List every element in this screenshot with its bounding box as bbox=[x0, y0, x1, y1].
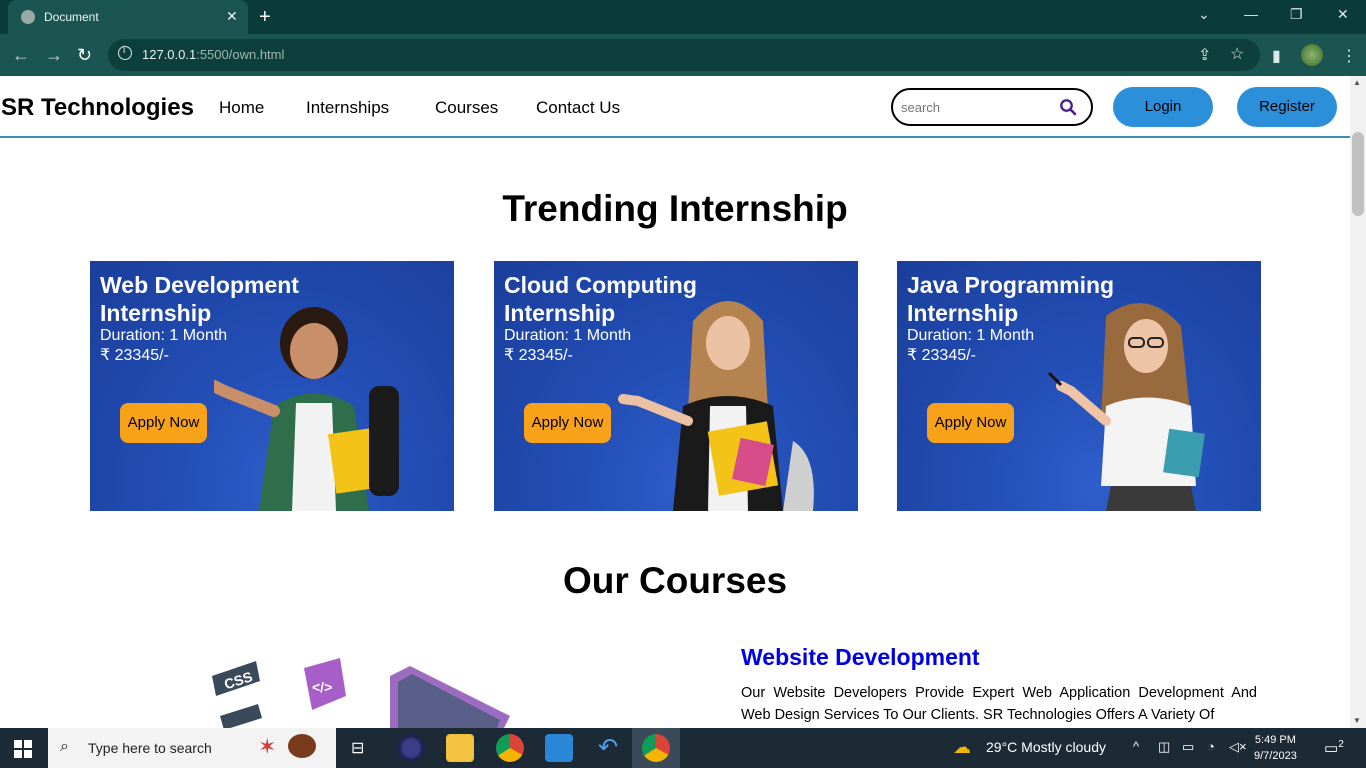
notification-count: 2 bbox=[1338, 739, 1344, 750]
bookmark-star-icon[interactable]: ☆ bbox=[1230, 44, 1244, 64]
tab-title: Document bbox=[44, 10, 99, 24]
windows-taskbar: ⌕ Type here to search ✶ ⊟ ↶ ☁ 29°C Mostl… bbox=[0, 728, 1366, 768]
nav-home[interactable]: Home bbox=[219, 98, 264, 118]
search-box bbox=[891, 88, 1093, 126]
weather-text[interactable]: 29°C Mostly cloudy bbox=[986, 739, 1106, 755]
tab-search-icon[interactable]: ⌄ bbox=[1198, 6, 1210, 23]
windows-start-icon[interactable] bbox=[14, 740, 32, 758]
card-duration: Duration: 1 Month bbox=[100, 327, 228, 344]
web-page: SR Technologies Home Internships Courses… bbox=[0, 76, 1350, 728]
card-title: Java Programming Internship bbox=[907, 272, 1115, 326]
globe-icon bbox=[21, 10, 35, 24]
scroll-down-arrow-icon[interactable]: ▼ bbox=[1353, 716, 1361, 725]
sports-highlight-icon: ✶ bbox=[258, 734, 277, 759]
search-icon[interactable] bbox=[1059, 98, 1077, 116]
web-development-illustration: CSS </> bbox=[212, 658, 510, 728]
browser-tab-strip: Document ✕ + ⌄ — ❐ ✕ bbox=[0, 0, 1366, 34]
url-host: 127.0.0.1 bbox=[142, 47, 197, 62]
scrollbar-thumb[interactable] bbox=[1352, 132, 1364, 216]
menu-dots-icon[interactable]: ⋮ bbox=[1341, 46, 1357, 66]
address-bar[interactable]: 127.0.0.1:5500/own.html ⇪ ☆ bbox=[108, 39, 1260, 71]
new-tab-button[interactable]: + bbox=[259, 6, 271, 29]
eclipse-app-icon[interactable] bbox=[397, 734, 425, 762]
taskbar-search-box[interactable]: ⌕ Type here to search ✶ bbox=[48, 728, 336, 768]
internship-card-web: Web Development Internship Duration: 1 M… bbox=[90, 261, 454, 511]
scroll-up-arrow-icon[interactable]: ▲ bbox=[1353, 78, 1361, 87]
card-title: Cloud Computing Internship bbox=[504, 272, 697, 326]
reload-icon[interactable]: ↻ bbox=[77, 45, 92, 66]
card-price: ₹ 23345/- bbox=[907, 347, 976, 364]
nav-courses[interactable]: Courses bbox=[435, 98, 498, 118]
vscode-app-icon[interactable] bbox=[545, 734, 573, 762]
close-window-button[interactable]: ✕ bbox=[1337, 6, 1349, 23]
back-icon[interactable]: ← bbox=[12, 45, 30, 66]
meet-now-icon[interactable]: ◫ bbox=[1158, 739, 1170, 755]
courses-title: Our Courses bbox=[562, 560, 788, 601]
card-title: Web Development Internship bbox=[100, 272, 299, 326]
nav-contact-us[interactable]: Contact Us bbox=[536, 98, 620, 118]
clock[interactable]: 5:49 PM 9/7/2023 bbox=[1254, 732, 1297, 764]
active-chrome-taskbar-item[interactable] bbox=[632, 728, 680, 768]
football-icon bbox=[288, 734, 316, 758]
browser-toolbar: ← → ↻ 127.0.0.1:5500/own.html ⇪ ☆ ▮ ⋮ bbox=[0, 34, 1366, 76]
chrome-active-icon bbox=[642, 734, 670, 762]
notification-icon[interactable]: ▭2 bbox=[1324, 739, 1344, 757]
nav-internships[interactable]: Internships bbox=[306, 98, 389, 118]
card-price: ₹ 23345/- bbox=[100, 347, 169, 364]
trending-title: Trending Internship bbox=[502, 188, 848, 229]
volume-mute-icon[interactable]: ◁× bbox=[1229, 739, 1247, 755]
card-duration: Duration: 1 Month bbox=[504, 327, 632, 344]
register-button[interactable]: Register bbox=[1237, 87, 1337, 127]
restore-button[interactable]: ❐ bbox=[1290, 6, 1303, 23]
share-icon[interactable]: ⇪ bbox=[1198, 45, 1211, 65]
brand-logo-text[interactable]: SR Technologies bbox=[1, 94, 194, 122]
site-info-icon[interactable] bbox=[118, 45, 132, 60]
arrow-app-icon[interactable]: ↶ bbox=[594, 734, 622, 762]
internship-card-java: Java Programming Internship Duration: 1 … bbox=[897, 261, 1261, 511]
apply-now-button[interactable]: Apply Now bbox=[524, 403, 611, 443]
side-panel-icon[interactable]: ▮ bbox=[1272, 46, 1281, 66]
browser-tab[interactable]: Document ✕ bbox=[8, 0, 248, 34]
apply-now-button[interactable]: Apply Now bbox=[120, 403, 207, 443]
card-duration: Duration: 1 Month bbox=[907, 327, 1035, 344]
login-button[interactable]: Login bbox=[1113, 87, 1213, 127]
wifi-icon[interactable]: ◔ bbox=[1207, 739, 1215, 754]
file-explorer-icon[interactable] bbox=[446, 734, 474, 762]
weather-icon: ☁ bbox=[953, 737, 971, 757]
site-navbar: SR Technologies Home Internships Courses… bbox=[0, 76, 1350, 138]
card-price: ₹ 23345/- bbox=[504, 347, 573, 364]
clock-date: 9/7/2023 bbox=[1254, 750, 1297, 762]
taskbar-search-text: Type here to search bbox=[88, 740, 212, 756]
show-hidden-icons-icon[interactable]: ^ bbox=[1133, 739, 1139, 754]
forward-icon[interactable]: → bbox=[45, 45, 63, 66]
profile-avatar[interactable] bbox=[1301, 44, 1323, 66]
course-title: Website Development bbox=[741, 644, 980, 670]
internship-card-cloud: Cloud Computing Internship Duration: 1 M… bbox=[494, 261, 858, 511]
svg-text:</>: </> bbox=[312, 679, 332, 695]
battery-icon[interactable]: ▭ bbox=[1182, 739, 1194, 755]
apply-now-button[interactable]: Apply Now bbox=[927, 403, 1014, 443]
clock-time: 5:49 PM bbox=[1254, 734, 1296, 746]
url-path: :5500/own.html bbox=[196, 47, 285, 62]
task-view-icon[interactable]: ⊟ bbox=[351, 738, 364, 758]
minimize-button[interactable]: — bbox=[1244, 6, 1258, 22]
url-text[interactable]: 127.0.0.1:5500/own.html bbox=[142, 47, 284, 62]
close-tab-icon[interactable]: ✕ bbox=[226, 8, 238, 25]
page-scrollbar[interactable]: ▲ ▼ bbox=[1350, 76, 1366, 728]
search-icon: ⌕ bbox=[60, 738, 69, 755]
search-input[interactable] bbox=[901, 98, 1051, 116]
course-description: Our Website Developers Provide Expert We… bbox=[741, 685, 1257, 723]
chrome-app-icon[interactable] bbox=[496, 734, 524, 762]
